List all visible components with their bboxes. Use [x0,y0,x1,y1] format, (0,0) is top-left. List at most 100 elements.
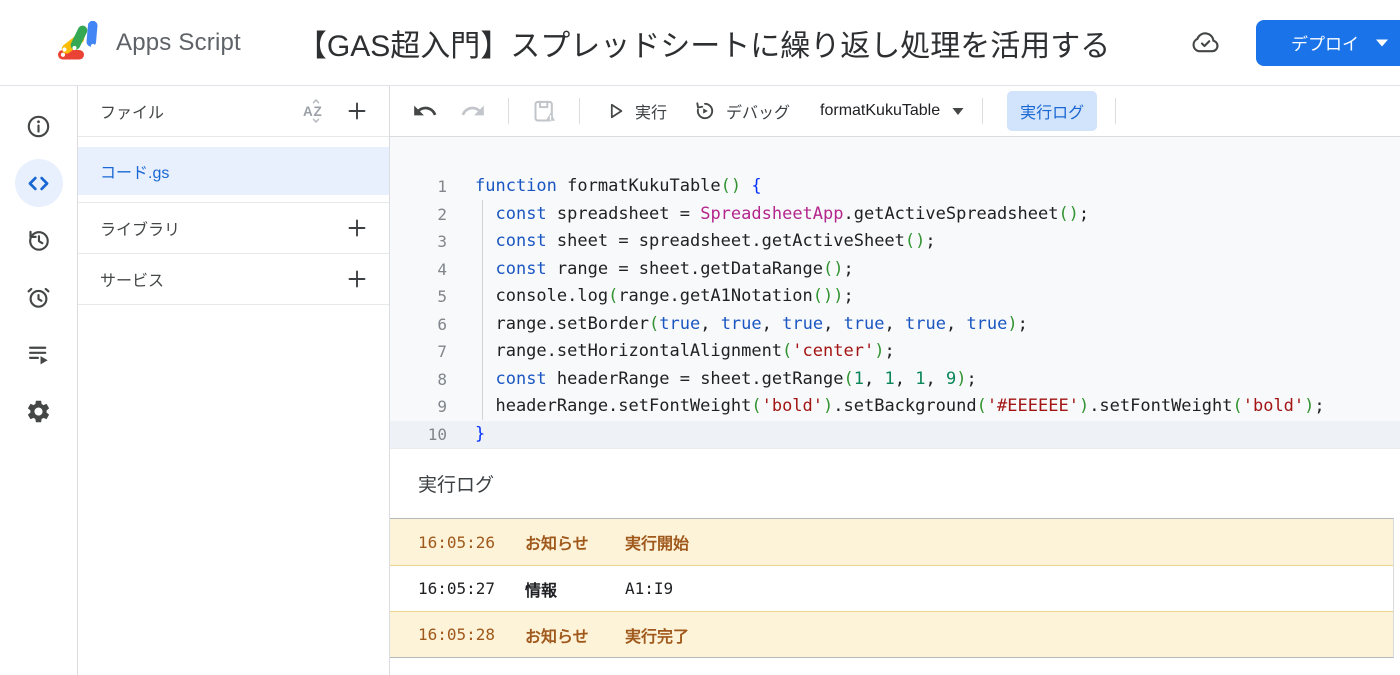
code-token: true [843,313,885,334]
code-token: ; [966,368,977,389]
code-token: range.setBorder [475,313,649,334]
executions-list-icon [28,346,48,364]
editor-line[interactable]: 2 const spreadsheet = SpreadsheetApp.get… [390,201,1400,229]
code-token: .setBackground [833,396,977,416]
deploy-button[interactable]: デプロイ [1256,19,1400,66]
code-token: ( [1232,396,1243,416]
line-number: 1 [437,177,447,196]
log-time: 16:05:28 [418,625,496,644]
execution-log-button[interactable]: 実行ログ [1007,91,1098,131]
debug-label: デバッグ [726,105,791,122]
log-type: お知らせ [525,628,589,646]
redo-button[interactable] [456,94,490,128]
editor-line[interactable]: 4 const range = sheet.getDataRange(); [390,256,1400,284]
editor-code-button[interactable] [14,159,63,207]
sort-files-button[interactable]: A Z [301,97,329,125]
code-token: 'bold' [1242,396,1305,416]
code-text: const range = sheet.getDataRange(); [447,256,853,284]
editor-toolbar: 実行 デバッグ formatKukuTable 実行ログ [390,86,1400,137]
alarm-clock-icon [27,287,50,308]
undo-button[interactable] [408,94,442,128]
log-type: お知らせ [525,536,589,553]
code-token: true [905,313,946,334]
line-number: 5 [437,287,447,306]
line-number: 4 [437,259,447,279]
toolbar-separator [1115,98,1117,124]
line-number: 3 [437,232,447,251]
code-token: 1 [884,368,895,389]
code-token: ( [843,368,854,389]
code-token: ; [1314,396,1325,416]
add-library-button[interactable] [343,214,371,242]
code-token: , [863,368,885,389]
code-token: '#EEEEEE' [986,396,1079,416]
code-text: const sheet = spreadsheet.getActiveSheet… [447,228,936,256]
main-panel: 実行 デバッグ formatKukuTable 実行ログ 1 function … [390,86,1400,675]
code-token: headerRange.setFontWeight [475,396,752,416]
code-text: console.log(range.getA1Notation()); [447,283,853,311]
line-number: 9 [437,397,447,416]
sidebar-section-services[interactable]: サービス [78,254,389,305]
code-icon [28,176,49,190]
line-number: 2 [437,204,447,224]
code-token: } [475,423,486,444]
app-logo[interactable]: Apps Script [54,20,241,65]
code-token: 'center' [792,341,875,361]
editor-line[interactable]: 9 headerRange.setFontWeight ('bold') .setB… [390,393,1400,421]
code-token: ; [925,231,936,251]
editor-line[interactable]: 6 range.setBorder(true, true, true, true… [390,311,1400,339]
sidebar-divider [78,195,389,203]
code-token: formatKukuTable [556,176,721,196]
deploy-caret-icon [1376,39,1388,46]
code-token: ) [1304,396,1315,416]
run-button[interactable]: 実行 [598,95,673,127]
editor-line[interactable]: 8 const headerRange = sheet.getRange(1, … [390,366,1400,394]
code-token: , [945,313,967,334]
code-token: range.setHorizontalAlignment [475,341,783,361]
code-token: () [1058,203,1079,224]
triggers-button[interactable] [15,273,63,321]
execution-log-header: 実行ログ [390,448,1400,518]
code-token: ) [1007,313,1018,334]
debug-button[interactable]: デバッグ [687,95,796,127]
log-entry: 16:05:27 情報 A1:I9 [390,565,1393,611]
editor-line[interactable]: 7 range.setHorizontalAlignment('center')… [390,338,1400,366]
project-settings-button[interactable] [15,387,63,435]
code-token: console.log [475,286,609,306]
code-token: ( [649,313,660,334]
editor-line[interactable]: 5 console.log(range.getA1Notation()); [390,283,1400,311]
execution-log-table: 16:05:26 お知らせ 実行開始 16:05:27 情報 A1:I9 16:… [390,518,1394,658]
code-token: ; [1078,203,1090,224]
plus-icon [348,270,366,288]
code-editor[interactable]: 1 function formatKukuTable() { 2 const s… [390,137,1400,448]
function-selector[interactable]: formatKukuTable [820,102,964,120]
file-item-code-gs[interactable]: コード.gs [78,147,389,195]
code-token: headerRange = sheet.getRange [546,368,844,389]
overview-info-button[interactable] [15,102,63,150]
line-number: 10 [427,424,447,444]
editor-line[interactable]: 10 } [390,420,1400,448]
project-title[interactable]: 【GAS超入門】スプレッドシートに繰り返し処理を活用する [297,21,1110,65]
executions-button[interactable] [15,330,63,378]
code-token: .getActiveSpreadsheet [843,203,1059,224]
save-project-button[interactable] [527,94,561,128]
code-token: true [966,313,1008,334]
save-status-cloud-icon[interactable] [1188,26,1222,60]
project-history-button[interactable] [15,216,63,264]
add-service-button[interactable] [343,265,371,293]
code-token: , [894,368,916,389]
code-text: const spreadsheet = SpreadsheetApp.getAc… [447,201,1089,229]
file-name: コード.gs [100,165,170,182]
code-token: true [659,313,701,334]
run-label: 実行 [635,105,668,122]
editor-line[interactable]: 3 const sheet = spreadsheet.getActiveShe… [390,228,1400,256]
editor-line[interactable]: 1 function formatKukuTable() { [390,173,1400,201]
code-token: ) [1078,396,1090,416]
sidebar-section-libraries[interactable]: ライブラリ [78,203,389,254]
code-token: true [720,313,762,334]
dropdown-caret-icon [952,107,964,115]
add-file-button[interactable] [343,97,371,125]
